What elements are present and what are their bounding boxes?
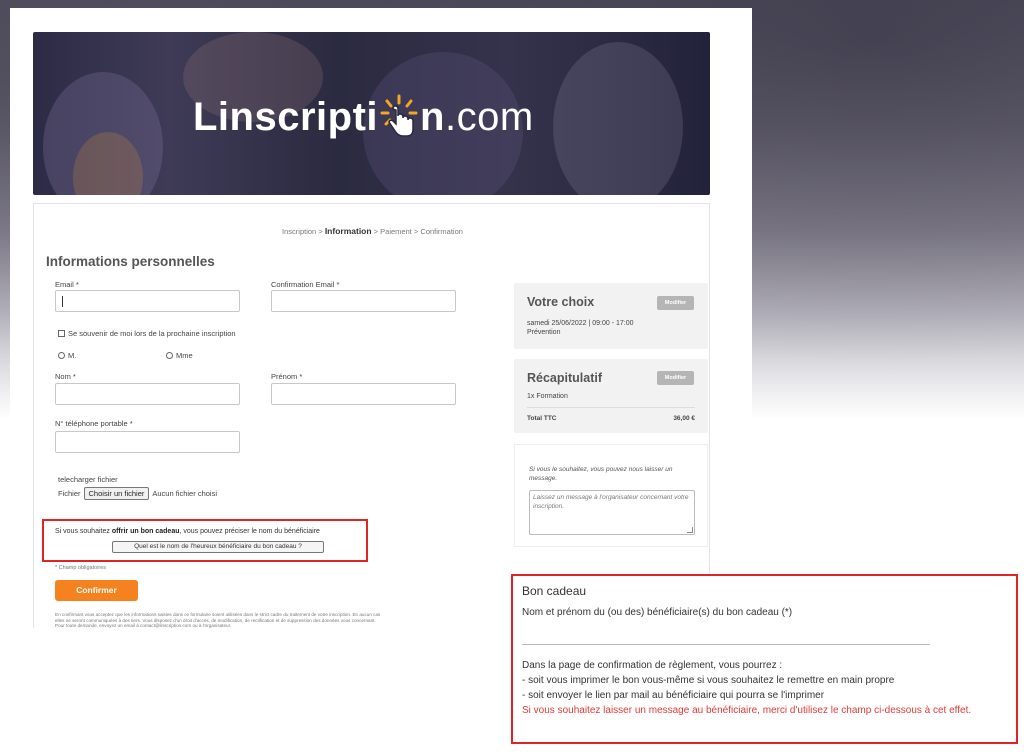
gift-popover: Bon cadeau Nom et prénom du (ou des) bén… bbox=[511, 574, 1018, 744]
summary-panel: Récapitulatif Modifier 1x Formation Tota… bbox=[514, 359, 708, 433]
gift-beneficiary-button[interactable]: Quel est le nom de l'heureux bénéficiair… bbox=[112, 541, 324, 553]
phone-input[interactable] bbox=[55, 431, 240, 453]
choice-title: Votre choix bbox=[527, 295, 595, 309]
choice-panel: Votre choix Modifier samedi 25/06/2022 |… bbox=[514, 283, 708, 349]
nom-label: Nom * bbox=[55, 372, 76, 381]
section-title: Informations personnelles bbox=[46, 254, 215, 269]
prenom-label: Prénom * bbox=[271, 372, 303, 381]
file-section-label: telecharger fichier bbox=[58, 475, 118, 484]
beneficiary-input[interactable] bbox=[522, 644, 930, 645]
legal-text: En confirmant vous acceptez que les info… bbox=[55, 612, 381, 629]
site-logo: Linscripti n .com bbox=[193, 94, 534, 139]
header-banner: Linscripti n .com bbox=[33, 32, 710, 195]
file-status: Aucun fichier choisi bbox=[152, 489, 217, 498]
total-label: Total TTC bbox=[527, 415, 557, 422]
prenom-input[interactable] bbox=[271, 383, 456, 405]
remember-checkbox[interactable]: Se souvenir de moi lors de la prochaine … bbox=[58, 329, 236, 338]
message-panel: Si vous le souhaitez, vous pouvez nous l… bbox=[514, 444, 708, 547]
radio-mme[interactable]: Mme bbox=[166, 351, 193, 360]
required-note: * Champ obligatoires bbox=[55, 565, 107, 571]
beneficiary-label: Nom et prénom du (ou des) bénéficiaire(s… bbox=[522, 607, 793, 618]
modify-choice-button[interactable]: Modifier bbox=[657, 296, 694, 310]
radio-circle-icon[interactable] bbox=[166, 352, 173, 359]
choose-file-button[interactable]: Choisir un fichier bbox=[83, 487, 150, 500]
confirm-button[interactable]: Confirmer bbox=[55, 580, 138, 601]
checkbox-box[interactable] bbox=[58, 330, 65, 337]
breadcrumb: Inscription > Information > Paiement > C… bbox=[282, 226, 463, 236]
popover-body: Dans la page de confirmation de règlemen… bbox=[522, 658, 1002, 718]
confirm-email-label: Confirmation Email * bbox=[271, 280, 340, 289]
divider bbox=[527, 407, 695, 408]
click-hand-icon bbox=[380, 94, 418, 137]
confirm-email-input[interactable] bbox=[271, 290, 456, 312]
choice-name: Prévention bbox=[527, 329, 561, 336]
modify-summary-button[interactable]: Modifier bbox=[657, 371, 694, 385]
popover-red-note: Si vous souhaitez laisser un message au … bbox=[522, 705, 972, 716]
email-label: Email * bbox=[55, 280, 79, 289]
resize-handle[interactable] bbox=[687, 527, 693, 533]
radio-circle-icon[interactable] bbox=[58, 352, 65, 359]
email-input[interactable] bbox=[55, 290, 240, 312]
phone-label: N° téléphone portable * bbox=[55, 419, 133, 428]
file-row: Fichier Choisir un fichier Aucun fichier… bbox=[58, 487, 217, 500]
message-textarea[interactable]: Laissez un message à l'organisateur conc… bbox=[529, 490, 695, 535]
total-value: 36,00 € bbox=[673, 415, 695, 422]
gift-text: Si vous souhaitez offrir un bon cadeau, … bbox=[55, 528, 320, 535]
radio-m[interactable]: M. bbox=[58, 351, 76, 360]
nom-input[interactable] bbox=[55, 383, 240, 405]
message-hint: Si vous le souhaitez, vous pouvez nous l… bbox=[529, 466, 673, 482]
summary-title: Récapitulatif bbox=[527, 371, 603, 385]
text-cursor bbox=[62, 296, 63, 307]
popover-title: Bon cadeau bbox=[522, 584, 587, 598]
summary-item: 1x Formation bbox=[527, 393, 568, 400]
